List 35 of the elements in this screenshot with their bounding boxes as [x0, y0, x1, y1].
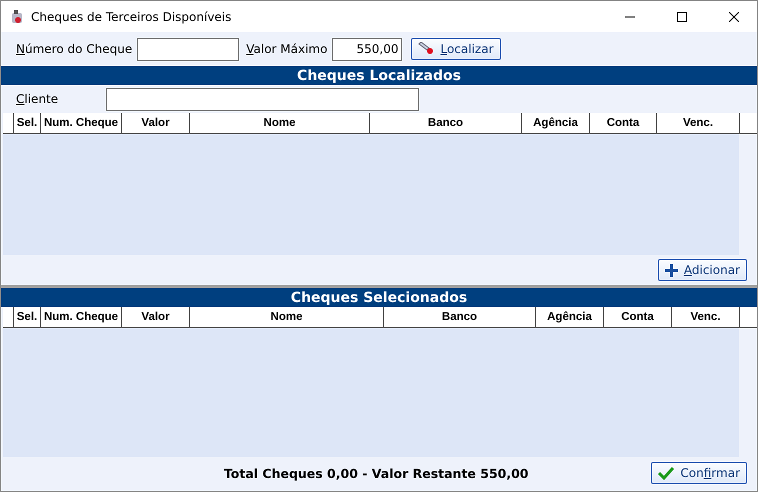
input-field[interactable] [137, 38, 240, 60]
search-button[interactable]: Localizar [411, 38, 500, 60]
column-header[interactable]: Agência [536, 307, 604, 327]
flashlight-icon [418, 42, 434, 56]
field-label: Cliente [16, 92, 58, 106]
column-header[interactable]: Valor [122, 307, 190, 327]
field-label: Número do Cheque [16, 42, 132, 56]
column-header[interactable]: Sel. [14, 113, 41, 133]
column-header[interactable]: Num. Cheque [41, 307, 122, 327]
column-header[interactable]: Venc. [657, 113, 740, 133]
column-header[interactable]: Banco [370, 113, 522, 133]
section-header: Cheques Localizados [1, 66, 757, 85]
column-header[interactable]: Nome [190, 307, 384, 327]
column-header[interactable]: Venc. [672, 307, 740, 327]
column-header[interactable]: Agência [522, 113, 590, 133]
column-header[interactable]: Conta [590, 113, 657, 133]
add-button[interactable]: Adicionar [658, 259, 747, 281]
window-title: Cheques de Terceiros Disponíveis [31, 10, 232, 24]
field-label: Valor Máximo [246, 42, 328, 56]
section-header: Cheques Selecionados [1, 288, 757, 307]
maximize-icon [677, 12, 687, 22]
input-field[interactable]: 550,00 [332, 38, 402, 60]
column-header[interactable]: Conta [604, 307, 672, 327]
column-header[interactable]: Nome [190, 113, 370, 133]
app-icon [9, 8, 25, 24]
input-field[interactable] [106, 88, 420, 110]
column-header[interactable]: Valor [122, 113, 190, 133]
confirm-button[interactable]: Confirmar [651, 462, 747, 484]
total-summary: Total Cheques 0,00 - Valor Restante 550,00 [222, 466, 530, 480]
column-header[interactable]: Banco [384, 307, 536, 327]
column-header[interactable]: Sel. [14, 307, 41, 327]
column-header[interactable]: Num. Cheque [41, 113, 122, 133]
plus-icon [664, 264, 678, 276]
checkmark-icon [658, 466, 674, 480]
close-icon [729, 12, 739, 22]
